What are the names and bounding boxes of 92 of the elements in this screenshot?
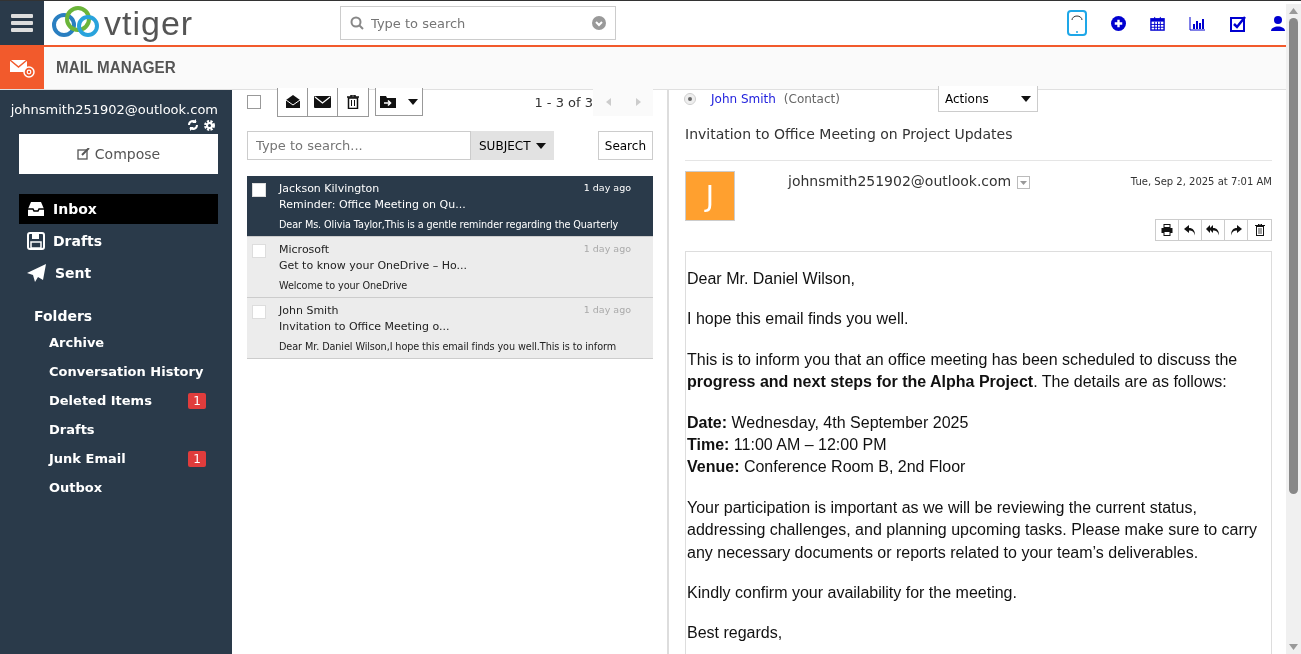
mark-read-button[interactable] [278,87,308,116]
sender-email: johnsmith251902@outlook.com [788,173,1012,189]
folder-item[interactable]: Deleted Items 1 [19,386,218,415]
message-subject: Get to know your OneDrive – Ho... [279,259,468,272]
reply-all-icon [1206,224,1220,236]
edit-icon [76,148,90,160]
message-subject: Invitation to Office Meeting o... [279,320,451,333]
reply-icon [1184,224,1196,236]
open-envelope-icon [284,94,301,109]
message-row[interactable]: Jackson Kilvington 1 day ago Reminder: Office Meeting on Qu... Dear Ms. Olivia Taylor,This is a gentle reminder regarding the Quarterly [247,176,653,237]
forward-icon [1230,224,1242,236]
inbox-icon [27,201,45,217]
search-icon [350,16,364,30]
message-checkbox[interactable] [252,305,266,319]
contact-link[interactable]: John Smith [711,92,776,106]
email-subject: Invitation to Office Meeting on Project Updates [685,126,1272,161]
move-to-folder-button[interactable] [375,88,423,116]
refresh-icon[interactable] [187,119,199,131]
mailbox-item[interactable]: Inbox [19,194,218,224]
message-time: 1 day ago [583,243,631,256]
folder-item[interactable]: Conversation History [19,357,218,386]
email-paragraph: I hope this email finds you well. [687,309,910,330]
folder-item[interactable]: Drafts [19,415,218,444]
message-checkbox[interactable] [252,244,266,258]
email-body-line: Venue: Conference Room B, 2nd Floor [687,457,967,478]
sender-name: Microsoft [279,243,330,256]
mobile-icon[interactable] [1067,10,1087,36]
caret-icon [536,142,547,149]
add-icon[interactable] [1111,15,1126,31]
message-checkbox[interactable] [252,183,266,197]
settings-icon[interactable] [203,119,216,132]
message-preview: Dear Mr. Daniel Wilson,I hope this email finds you well.This is to inform [279,341,618,352]
account-email: johnsmith251902@outlook.com [10,102,218,117]
unread-count-badge: 1 [188,392,206,409]
unread-count-badge: 1 [188,450,206,467]
menu-icon [11,14,33,32]
email-paragraph: Best regards, [687,623,784,644]
mailbox-item[interactable]: Drafts [19,226,218,256]
print-icon [1161,224,1173,236]
select-all-checkbox[interactable] [247,95,261,109]
envelope-icon [314,95,331,108]
email-paragraph: Dear Mr. Daniel Wilson, [687,269,857,289]
contact-radio[interactable] [685,94,695,104]
logo-text: vtiger [104,6,194,40]
sender-name: Jackson Kilvington [279,182,380,195]
message-time: 1 day ago [583,304,631,317]
email-body-line: Time: 11:00 AM – 12:00 PM [687,434,888,455]
dropdown-icon[interactable] [1017,176,1031,189]
calendar-icon[interactable] [1150,15,1165,31]
message-row[interactable]: John Smith 1 day ago Invitation to Office Meeting o... Dear Mr. Daniel Wilson,I hope this email finds you well.This is to inform [247,298,653,359]
message-subject: Reminder: Office Meeting on Qu... [279,198,467,211]
paper-plane-icon [27,264,47,282]
sender-avatar: J [685,171,735,221]
chart-icon[interactable] [1189,15,1206,31]
message-time: 1 day ago [583,182,631,195]
folder-item[interactable]: Junk Email 1 [19,444,218,473]
module-title: MAIL MANAGER [56,59,176,77]
message-row[interactable]: Microsoft 1 day ago Get to know your OneDrive – Ho... Welcome to your OneDrive [247,237,653,298]
menu-button[interactable] [0,1,44,45]
mail-search-field[interactable]: Type to search... [247,131,471,160]
email-paragraph: Your participation is important as we will be reviewing the current status, addressing challenges, and planning upcoming tasks. Please make sure to carry any necessary documents or reports related to your team’s deliverables. [687,497,1259,563]
search-field-dropdown[interactable]: SUBJECT [471,131,555,160]
email-paragraph: Kindly confirm your availability for the meeting. [687,582,1018,603]
email-date: Tue, Sep 2, 2025 at 7:01 AM [1130,176,1272,187]
dropdown-icon[interactable] [592,16,606,30]
trash-icon [1254,224,1265,236]
message-preview: Welcome to your OneDrive [279,280,409,291]
scrollbar[interactable] [1286,4,1301,654]
right-caret-icon [635,98,641,106]
user-icon[interactable] [1271,15,1285,31]
caret-icon [408,98,418,105]
email-paragraph: This is to inform you that an office meeting has been scheduled to discuss the progress and next steps for the Alpha Project. The details are as follows: [687,349,1239,393]
trash-icon [347,94,359,109]
scrollbar-thumb[interactable] [1289,18,1298,494]
search-button[interactable]: Search [597,131,653,160]
folder-arrow-icon [380,95,396,108]
contact-type: (Contact) [783,92,840,106]
mark-unread-button[interactable] [308,87,338,116]
task-checkbox-icon[interactable] [1230,14,1247,32]
actions-dropdown[interactable]: Actions [937,86,1038,112]
message-preview: Dear Ms. Olivia Taylor,This is a gentle reminder regarding the Quarterly [279,219,620,230]
folder-item[interactable]: Archive [19,328,218,357]
sender-name: John Smith [279,304,339,317]
global-search-field[interactable]: Type to search [340,6,616,40]
caret-icon [1020,95,1031,102]
pagination-text: 1 - 3 of 3 [534,94,593,110]
left-caret-icon [605,98,611,106]
email-body-line: Date: Wednesday, 4th September 2025 [687,412,970,433]
mailbox-item[interactable]: Sent [19,258,218,288]
folders-heading: Folders [34,308,94,324]
folder-item[interactable]: Outbox [19,473,218,502]
compose-button[interactable]: Compose [19,134,218,174]
